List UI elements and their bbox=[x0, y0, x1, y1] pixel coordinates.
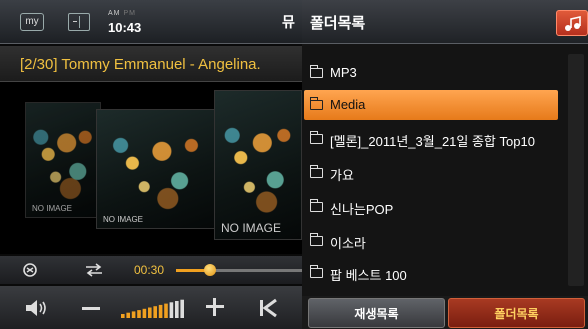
folder-item-label: 신나는POP bbox=[330, 202, 394, 217]
folder-item-label: 가요 bbox=[330, 168, 354, 183]
volume-bar bbox=[137, 310, 141, 318]
music-tab-edge[interactable]: 뮤 bbox=[282, 12, 295, 32]
folder-icon bbox=[310, 131, 323, 144]
folder-icon bbox=[310, 265, 323, 278]
folder-icon bbox=[310, 233, 323, 246]
volume-bar bbox=[153, 306, 157, 318]
folder-panel-title: 폴더목록 bbox=[310, 15, 366, 32]
folder-item[interactable]: Media bbox=[304, 90, 558, 120]
status-bar: my AM PM 10:43 뮤 bbox=[0, 0, 302, 44]
folder-icon bbox=[310, 65, 323, 78]
album-cover[interactable]: NO IMAGE bbox=[214, 90, 302, 240]
music-note-icon bbox=[565, 16, 581, 31]
volume-bar bbox=[126, 312, 130, 318]
shuffle-icon[interactable] bbox=[84, 262, 104, 278]
player-panel: my AM PM 10:43 뮤 [2/30] Tommy Emmanuel -… bbox=[0, 0, 302, 329]
volume-bar bbox=[175, 301, 179, 318]
folder-panel-header: 폴더목록 bbox=[302, 0, 588, 44]
folder-item-label: [멜론]_2011년_3월_21일 종합 Top10 bbox=[330, 134, 535, 149]
previous-track-icon[interactable] bbox=[258, 298, 278, 318]
volume-down-button[interactable] bbox=[82, 307, 100, 310]
folder-item[interactable]: 신나는POP bbox=[304, 192, 558, 222]
folder-item[interactable]: 이소라 bbox=[304, 226, 558, 256]
folder-item[interactable]: 가요 bbox=[304, 158, 558, 188]
clock: 10:43 bbox=[108, 20, 142, 35]
album-coverflow[interactable]: NO IMAGE NO IMAGE NO IMAGE bbox=[0, 82, 302, 254]
folder-icon bbox=[310, 199, 323, 212]
volume-bar bbox=[164, 303, 168, 318]
seek-bar: 00:30 bbox=[0, 256, 302, 284]
folder-item-label: Media bbox=[330, 97, 366, 112]
volume-bar bbox=[169, 302, 174, 318]
folder-item[interactable]: MP3 bbox=[304, 58, 558, 88]
folder-item-label: 이소라 bbox=[330, 236, 366, 251]
volume-bar bbox=[131, 311, 136, 318]
folder-item[interactable]: [멜론]_2011년_3월_21일 종합 Top10 bbox=[304, 124, 558, 154]
cover-label: NO IMAGE bbox=[103, 215, 144, 224]
cover-label: NO IMAGE bbox=[32, 204, 73, 213]
now-playing-bar: [2/30] Tommy Emmanuel - Angelina. bbox=[0, 46, 302, 82]
volume-bar bbox=[142, 308, 147, 318]
folder-item[interactable]: 팝 베스트 100 bbox=[304, 258, 558, 288]
bottom-tabs: 재생목록 폴더목록 bbox=[302, 296, 588, 329]
volume-level-meter[interactable] bbox=[121, 298, 187, 318]
now-playing-title: [2/30] Tommy Emmanuel - Angelina. bbox=[20, 56, 261, 73]
pm-label: PM bbox=[123, 10, 136, 17]
my-button[interactable]: my bbox=[20, 13, 44, 31]
speaker-icon[interactable] bbox=[24, 299, 50, 317]
volume-bar bbox=[158, 304, 163, 318]
album-cover[interactable]: NO IMAGE bbox=[25, 102, 101, 218]
volume-up-button[interactable] bbox=[206, 298, 224, 316]
folder-list-scrollbar[interactable] bbox=[568, 54, 584, 286]
arrow-icon bbox=[73, 21, 77, 22]
window-toggle-button[interactable] bbox=[68, 13, 90, 31]
album-art-button[interactable] bbox=[556, 10, 588, 36]
folder-icon bbox=[310, 97, 323, 110]
folder-list: MP3 Media [멜론]_2011년_3월_21일 종합 Top10 가요신나는P… bbox=[302, 52, 588, 292]
volume-bar bbox=[180, 299, 184, 318]
folder-item-label: MP3 bbox=[330, 65, 357, 80]
control-bar bbox=[0, 286, 302, 329]
divider-line bbox=[79, 16, 80, 28]
folder-panel: 폴더목록 MP3 Media [멜론]_2011년_3월_21일 종합 Top10 가… bbox=[302, 0, 588, 329]
repeat-icon[interactable] bbox=[22, 262, 38, 278]
seek-track[interactable] bbox=[176, 269, 302, 272]
elapsed-time: 00:30 bbox=[134, 263, 165, 277]
am-pm-indicator: AM PM bbox=[108, 10, 136, 17]
volume-bar bbox=[121, 314, 125, 318]
am-label: AM bbox=[108, 10, 121, 17]
folder-item-label: 팝 베스트 100 bbox=[330, 268, 407, 283]
cover-label: NO IMAGE bbox=[221, 221, 282, 235]
seek-knob[interactable] bbox=[204, 264, 217, 276]
folder-icon bbox=[310, 165, 323, 178]
album-cover[interactable]: NO IMAGE bbox=[96, 109, 216, 229]
tab-playlist[interactable]: 재생목록 bbox=[308, 298, 445, 328]
volume-bar bbox=[148, 307, 152, 318]
tab-folders[interactable]: 폴더목록 bbox=[448, 298, 585, 328]
